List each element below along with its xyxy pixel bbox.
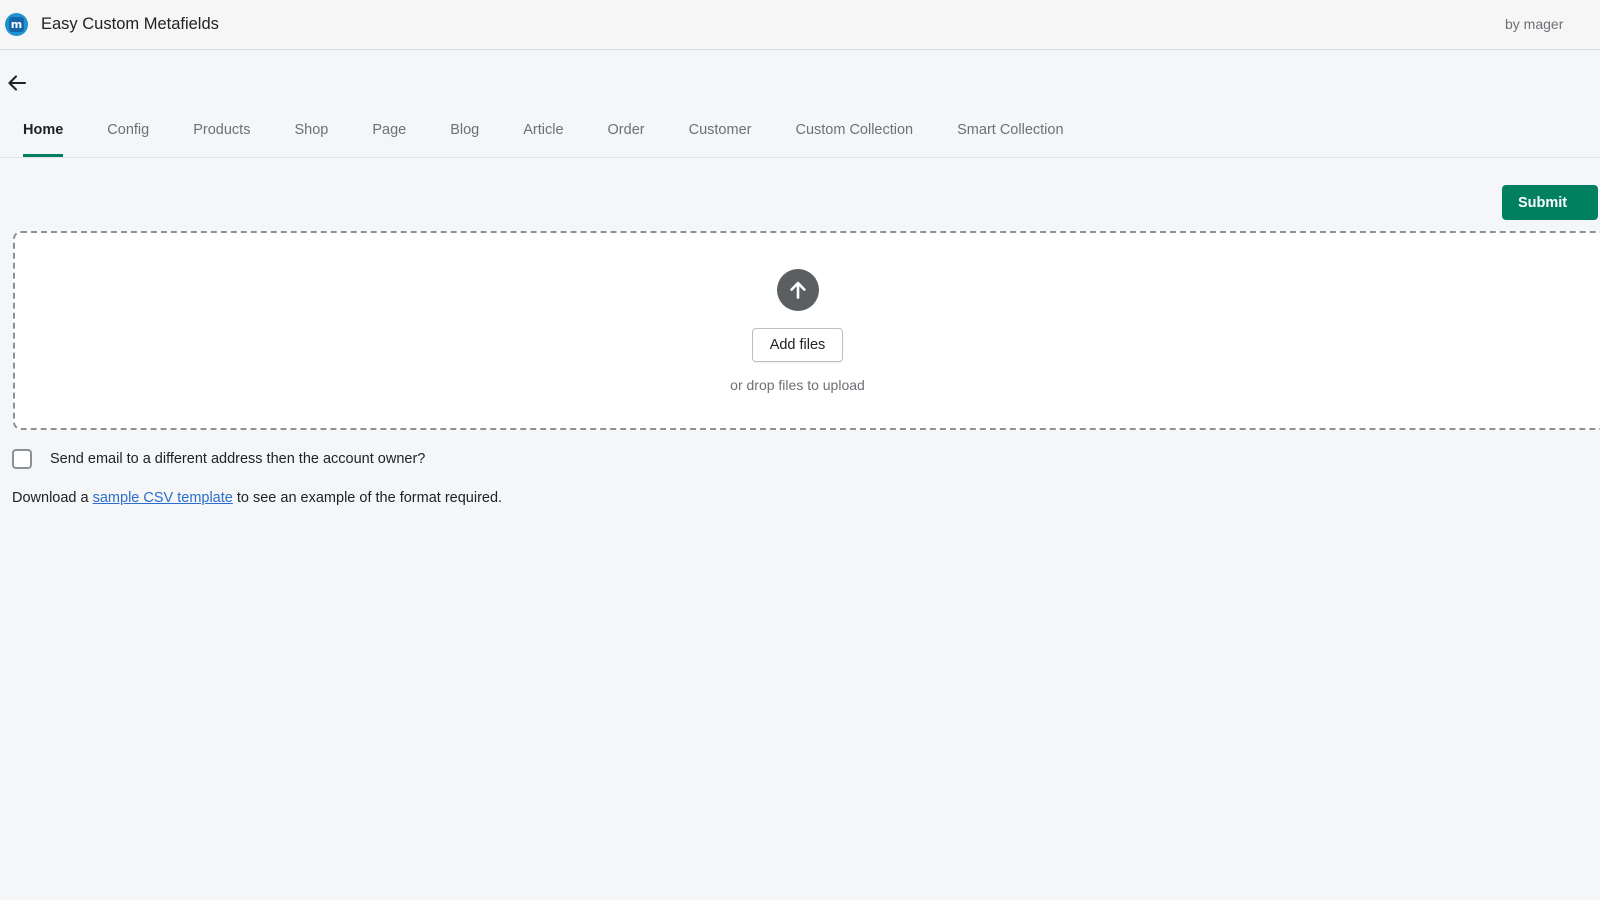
tab-home[interactable]: Home <box>23 120 64 157</box>
tab-article[interactable]: Article <box>523 120 563 157</box>
download-note-suffix: to see an example of the format required… <box>232 490 503 506</box>
tab-config[interactable]: Config <box>107 120 149 157</box>
back-button[interactable] <box>4 70 30 96</box>
download-note-prefix: Download a <box>12 490 93 506</box>
tab-smart-collection[interactable]: Smart Collection <box>957 120 1063 157</box>
tab-customer[interactable]: Customer <box>689 120 752 157</box>
tab-shop[interactable]: Shop <box>294 120 328 157</box>
dropzone-content: Add files or drop files to upload <box>15 233 1580 428</box>
add-files-button[interactable]: Add files <box>751 327 844 362</box>
app-branding: m Easy Custom Metafields <box>0 13 219 36</box>
file-dropzone[interactable]: Add files or drop files to upload <box>13 231 1600 430</box>
sample-template-note: Download a sample CSV template to see an… <box>12 490 502 506</box>
sample-csv-template-link[interactable]: sample CSV template <box>93 490 233 506</box>
drop-files-hint: or drop files to upload <box>730 376 865 393</box>
tab-products[interactable]: Products <box>193 120 250 157</box>
send-email-checkbox[interactable] <box>12 449 32 469</box>
upload-arrow-glyph <box>789 281 806 299</box>
upload-arrow-icon <box>776 268 819 311</box>
tab-order[interactable]: Order <box>608 120 645 157</box>
app-title: Easy Custom Metafields <box>41 15 219 33</box>
send-email-checkbox-label[interactable]: Send email to a different address then t… <box>50 451 425 467</box>
metafields-app-logo-icon: m <box>5 13 28 36</box>
tab-bar: Home Config Products Shop Page Blog Arti… <box>0 120 1600 158</box>
submit-button[interactable]: Submit <box>1502 185 1598 220</box>
app-header: m Easy Custom Metafields by mager <box>0 0 1600 50</box>
action-row: Submit <box>0 185 1600 220</box>
app-byline: by mager <box>1505 16 1564 32</box>
tab-custom-collection[interactable]: Custom Collection <box>795 120 913 157</box>
tab-blog[interactable]: Blog <box>450 120 479 157</box>
arrow-left-icon <box>8 75 27 91</box>
tab-page[interactable]: Page <box>372 120 406 157</box>
app-logo-letter: m <box>9 17 24 32</box>
send-email-checkbox-row[interactable]: Send email to a different address then t… <box>12 449 425 469</box>
